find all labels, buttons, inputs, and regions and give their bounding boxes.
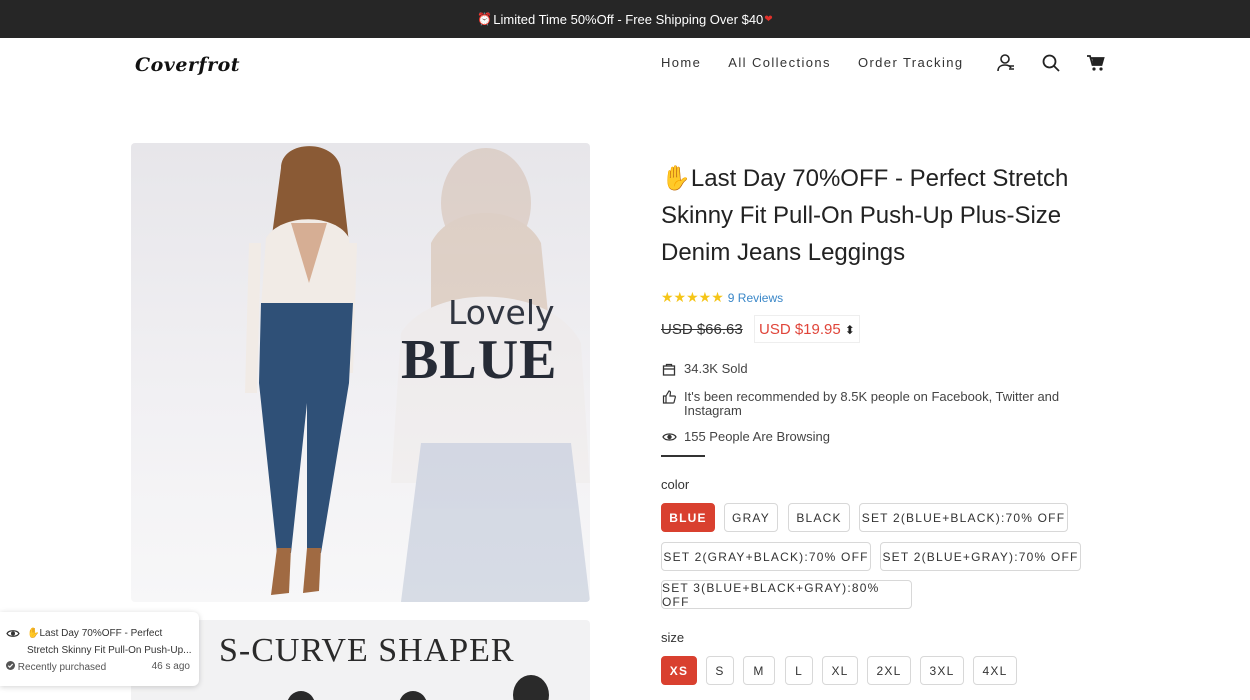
size-option-s[interactable]: S [706,656,734,685]
user-icon[interactable] [996,53,1016,73]
toast-time: 46 s ago [151,661,190,672]
color-option-blue[interactable]: BLUE [661,503,715,532]
rating-row: ★★★★★ 9 Reviews [661,289,783,306]
color-option-set2-blue-black[interactable]: SET 2(BLUE+BLACK):70% OFF [859,503,1068,532]
main-nav: Home All Collections Order Tracking [661,55,991,70]
size-label: size [661,630,685,645]
size-option-xl[interactable]: XL [822,656,858,685]
browsing-count: 155 People Are Browsing [684,429,830,444]
size-option-xs[interactable]: XS [661,656,697,685]
store-logo[interactable]: Coverfrot [135,54,240,76]
announcement-text: Limited Time 50%Off - Free Shipping Over… [493,11,764,27]
original-price: USD $66.63 [661,321,743,338]
color-option-set3[interactable]: SET 3(BLUE+BLACK+GRAY):80% OFF [661,580,912,609]
nav-order-tracking[interactable]: Order Tracking [858,55,964,70]
announcement-bar: ⏰ Limited Time 50%Off - Free Shipping Ov… [0,0,1250,38]
recent-purchase-toast[interactable]: ✋Last Day 70%OFF - Perfect Stretch Skinn… [0,612,199,686]
size-option-m[interactable]: M [743,656,775,685]
cart-icon[interactable] [1086,53,1106,73]
bag-icon [661,362,677,376]
size-option-4xl[interactable]: 4XL [973,656,1017,685]
product-title-text: Last Day 70%OFF - Perfect Stretch Skinny… [661,165,1069,266]
toast-product-name: Last Day 70%OFF - Perfect Stretch Skinny… [27,628,192,656]
toast-status-text: Recently purchased [17,662,107,673]
recommended-text: It's been recommended by 8.5K people on … [684,389,1060,418]
heart-icon: ❤ [764,13,773,25]
size-option-l[interactable]: L [785,656,813,685]
toast-footer: Recently purchased 46 s ago [6,661,190,673]
eye-icon [661,430,677,444]
size-option-3xl[interactable]: 3XL [920,656,964,685]
check-circle-icon [6,661,18,673]
recommended-row: It's been recommended by 8.5K people on … [661,390,1081,418]
site-header: Coverfrot Home All Collections Order Tra… [0,38,1250,90]
nav-all-collections[interactable]: All Collections [728,55,831,70]
nav-home[interactable]: Home [661,55,701,70]
color-option-black[interactable]: BLACK [788,503,850,532]
thumbs-up-icon [661,390,677,404]
product-title: ✋Last Day 70%OFF - Perfect Stretch Skinn… [661,160,1101,271]
raised-hand-icon: ✋ [27,628,40,639]
size-option-2xl[interactable]: 2XL [867,656,911,685]
sale-price[interactable]: USD $19.95 ⬍ [754,315,860,343]
search-icon[interactable] [1041,53,1061,73]
toast-status: Recently purchased [6,661,106,673]
sale-price-text: USD $19.95 [759,321,841,338]
image-caption-small: Lovely [448,293,555,332]
color-label: color [661,477,690,492]
reviews-link[interactable]: 9 Reviews [728,291,783,305]
sold-count: 34.3K Sold [684,361,748,376]
color-option-set2-gray-black[interactable]: SET 2(GRAY+BLACK):70% OFF [661,542,871,571]
toast-product-text: ✋Last Day 70%OFF - Perfect Stretch Skinn… [6,625,194,659]
section-divider [661,455,705,457]
currency-sort-icon[interactable]: ⬍ [845,323,855,337]
image-caption-large: BLUE [401,329,558,391]
sold-row: 34.3K Sold [661,362,748,376]
alarm-clock-icon: ⏰ [477,12,493,26]
image-caption-shaper: S-CURVE SHAPER [219,632,515,669]
star-rating: ★★★★★ [661,289,724,305]
raised-hand-icon: ✋ [661,165,691,192]
color-option-set2-blue-gray[interactable]: SET 2(BLUE+GRAY):70% OFF [880,542,1081,571]
browsing-row: 155 People Are Browsing [661,430,830,444]
color-option-gray[interactable]: GRAY [724,503,778,532]
